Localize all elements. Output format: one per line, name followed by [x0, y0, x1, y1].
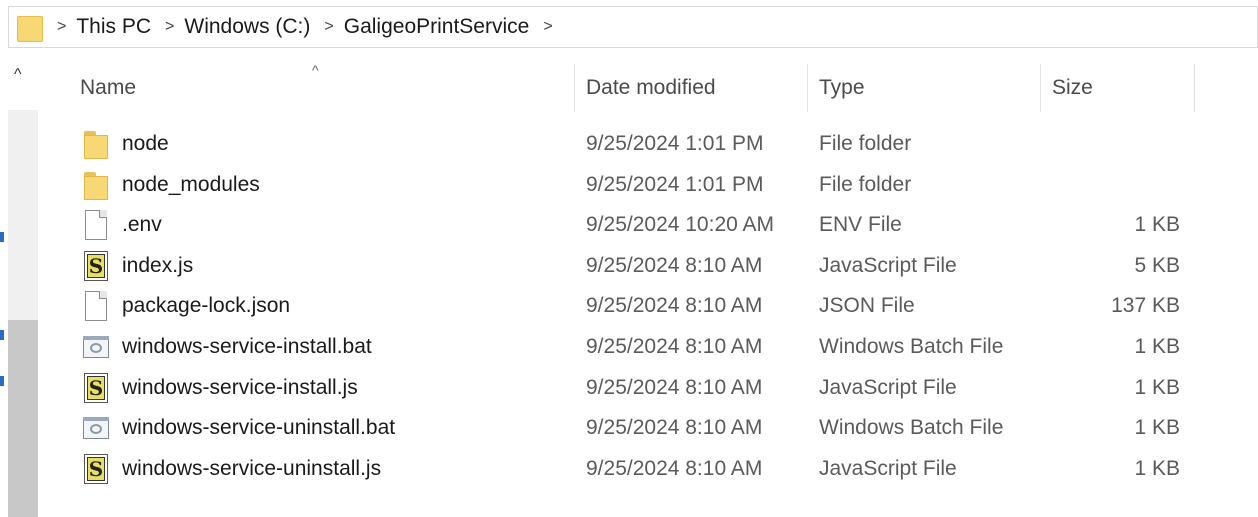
column-header-type-label: Type	[819, 76, 865, 99]
file-name: package-lock.json	[122, 294, 291, 318]
chevron-right-icon[interactable]: >	[543, 18, 552, 36]
folder-icon	[78, 127, 108, 161]
file-name: windows-service-uninstall.js	[122, 456, 382, 480]
scroll-up-icon[interactable]: ^	[14, 66, 22, 84]
file-name: .env	[122, 213, 162, 237]
column-header-name[interactable]: Name	[80, 64, 136, 112]
file-date-modified: 9/25/2024 8:10 AM	[586, 416, 763, 440]
file-name: node_modules	[122, 172, 260, 196]
sort-ascending-icon: ^	[312, 62, 319, 78]
file-size	[1088, 124, 1180, 164]
file-name-cell[interactable]: windows-service-uninstall.bat	[78, 408, 395, 448]
javascript-file-icon: S	[78, 249, 108, 283]
file-size: 5 KB	[1134, 253, 1180, 277]
file-type: File folder	[819, 172, 912, 196]
file-date-modified: 9/25/2024 1:01 PM	[586, 132, 764, 155]
nav-edge-marker	[0, 232, 4, 242]
address-bar[interactable]: > This PC > Windows (C:) > GaligeoPrintS…	[8, 6, 1258, 48]
breadcrumb-galigeoprintservice[interactable]: GaligeoPrintService	[344, 15, 530, 39]
column-header-date-label: Date modified	[586, 76, 716, 99]
file-name-cell[interactable]: Sindex.js	[78, 246, 193, 286]
file-date-modified: 9/25/2024 8:10 AM	[586, 294, 763, 318]
column-header-row: ^ Name Date modified Type Size	[40, 62, 1258, 112]
file-row[interactable]: Sindex.js 9/25/2024 8:10 AM JavaScript Fil…	[78, 246, 1198, 286]
column-divider[interactable]	[1040, 64, 1041, 112]
javascript-file-icon: S	[78, 452, 108, 486]
file-name-cell[interactable]: Swindows-service-install.js	[78, 368, 358, 408]
file-name-cell[interactable]: Swindows-service-uninstall.js	[78, 449, 381, 489]
scrollbar-thumb[interactable]	[8, 320, 38, 517]
file-name-cell[interactable]: node	[78, 124, 169, 164]
blank-file-icon	[78, 289, 108, 323]
file-size: 1 KB	[1134, 456, 1180, 480]
file-row[interactable]: node 9/25/2024 1:01 PM File folder	[78, 124, 1198, 164]
file-name: windows-service-install.bat	[122, 335, 372, 358]
file-size: 1 KB	[1134, 375, 1180, 399]
file-row[interactable]: windows-service-install.bat 9/25/2024 8:1…	[78, 327, 1198, 367]
file-size: 1 KB	[1134, 213, 1180, 237]
file-size: 1 KB	[1134, 416, 1180, 440]
column-header-type[interactable]: Type	[819, 64, 865, 112]
file-type: Windows Batch File	[819, 335, 1004, 358]
file-date-modified: 9/25/2024 8:10 AM	[586, 456, 763, 480]
batch-file-icon	[78, 330, 109, 364]
file-name: index.js	[122, 253, 194, 277]
file-row[interactable]: Swindows-service-install.js 9/25/2024 8:1…	[78, 368, 1198, 408]
file-type: File folder	[819, 132, 912, 155]
file-date-modified: 9/25/2024 10:20 AM	[586, 213, 774, 237]
breadcrumb-this-pc[interactable]: This PC	[76, 15, 151, 39]
column-divider[interactable]	[1194, 64, 1195, 112]
file-name-cell[interactable]: package-lock.json	[78, 286, 290, 326]
nav-edge-marker	[0, 376, 4, 386]
file-name-cell[interactable]: windows-service-install.bat	[78, 327, 372, 367]
nav-edge-marker	[0, 330, 4, 340]
javascript-file-icon: S	[78, 371, 108, 405]
file-row[interactable]: node_modules 9/25/2024 1:01 PM File folder	[78, 165, 1198, 205]
file-type: Windows Batch File	[819, 416, 1004, 440]
file-name: windows-service-install.js	[122, 375, 358, 399]
file-type: JavaScript File	[819, 375, 957, 399]
file-date-modified: 9/25/2024 8:10 AM	[586, 253, 763, 277]
file-row[interactable]: .env 9/25/2024 10:20 AM ENV File 1 KB	[78, 205, 1198, 245]
file-size: 137 KB	[1111, 294, 1180, 318]
column-header-date[interactable]: Date modified	[586, 64, 716, 112]
file-name: windows-service-uninstall.bat	[122, 416, 396, 440]
chevron-right-icon[interactable]: >	[165, 18, 174, 36]
breadcrumb-windows-c[interactable]: Windows (C:)	[184, 15, 310, 39]
file-name: node	[122, 132, 169, 155]
column-divider[interactable]	[574, 64, 575, 112]
file-size	[1088, 165, 1180, 205]
file-name-cell[interactable]: .env	[78, 205, 162, 245]
file-row[interactable]: Swindows-service-uninstall.js 9/25/2024 8…	[78, 449, 1198, 489]
column-header-name-label: Name	[80, 76, 137, 99]
file-date-modified: 9/25/2024 8:10 AM	[586, 335, 763, 358]
blank-file-icon	[78, 208, 108, 242]
file-row[interactable]: package-lock.json 9/25/2024 8:10 AM JSON F…	[78, 286, 1198, 326]
folder-icon	[17, 12, 43, 42]
file-type: JavaScript File	[819, 253, 957, 277]
column-header-size-label: Size	[1052, 76, 1093, 99]
chevron-right-icon[interactable]: >	[57, 18, 66, 36]
file-type: JSON File	[819, 294, 915, 318]
file-type: ENV File	[819, 213, 902, 237]
file-type: JavaScript File	[819, 456, 957, 480]
column-header-size[interactable]: Size	[1052, 64, 1093, 112]
file-name-cell[interactable]: node_modules	[78, 165, 260, 205]
file-size: 1 KB	[1134, 335, 1180, 358]
column-divider[interactable]	[807, 64, 808, 112]
batch-file-icon	[78, 411, 109, 445]
folder-icon	[78, 168, 108, 202]
file-date-modified: 9/25/2024 1:01 PM	[586, 172, 764, 196]
file-row[interactable]: windows-service-uninstall.bat 9/25/2024 8…	[78, 408, 1198, 448]
file-date-modified: 9/25/2024 8:10 AM	[586, 375, 763, 399]
chevron-right-icon[interactable]: >	[324, 18, 333, 36]
